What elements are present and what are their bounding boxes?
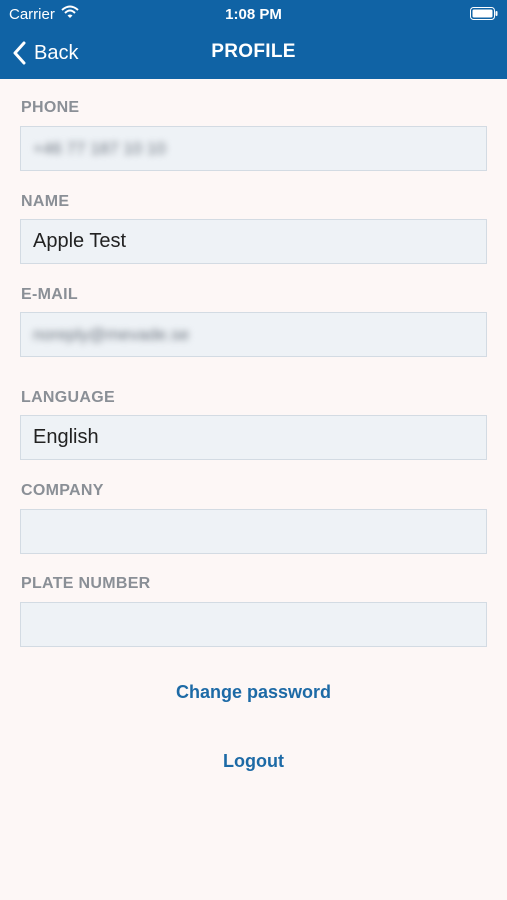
plate-number-field[interactable] xyxy=(20,602,487,647)
name-label: NAME xyxy=(21,193,70,210)
email-field[interactable]: noreply@mevade.se xyxy=(20,312,487,357)
email-value: noreply@mevade.se xyxy=(33,324,190,344)
company-label: COMPANY xyxy=(21,482,104,499)
language-field[interactable]: English xyxy=(20,415,487,460)
battery-icon xyxy=(470,7,498,20)
status-bar: Carrier 1:08 PM xyxy=(0,0,507,28)
company-field[interactable] xyxy=(20,509,487,554)
page-title: PROFILE xyxy=(211,41,296,62)
name-field[interactable]: Apple Test xyxy=(20,219,487,264)
email-label: E-MAIL xyxy=(21,286,78,303)
phone-value: +46 77 187 10 10 xyxy=(33,138,166,158)
language-value: English xyxy=(33,426,99,448)
change-password-link[interactable]: Change password xyxy=(0,682,507,703)
plate-number-label: PLATE NUMBER xyxy=(21,575,151,592)
language-label: LANGUAGE xyxy=(21,389,115,406)
phone-label: PHONE xyxy=(21,99,80,116)
name-value: Apple Test xyxy=(33,230,127,252)
phone-field[interactable]: +46 77 187 10 10 xyxy=(20,126,487,171)
clock: 1:08 PM xyxy=(225,6,282,23)
logout-link[interactable]: Logout xyxy=(0,751,507,772)
nav-bar: Carrier 1:08 PM Back PROFILE xyxy=(0,0,507,79)
